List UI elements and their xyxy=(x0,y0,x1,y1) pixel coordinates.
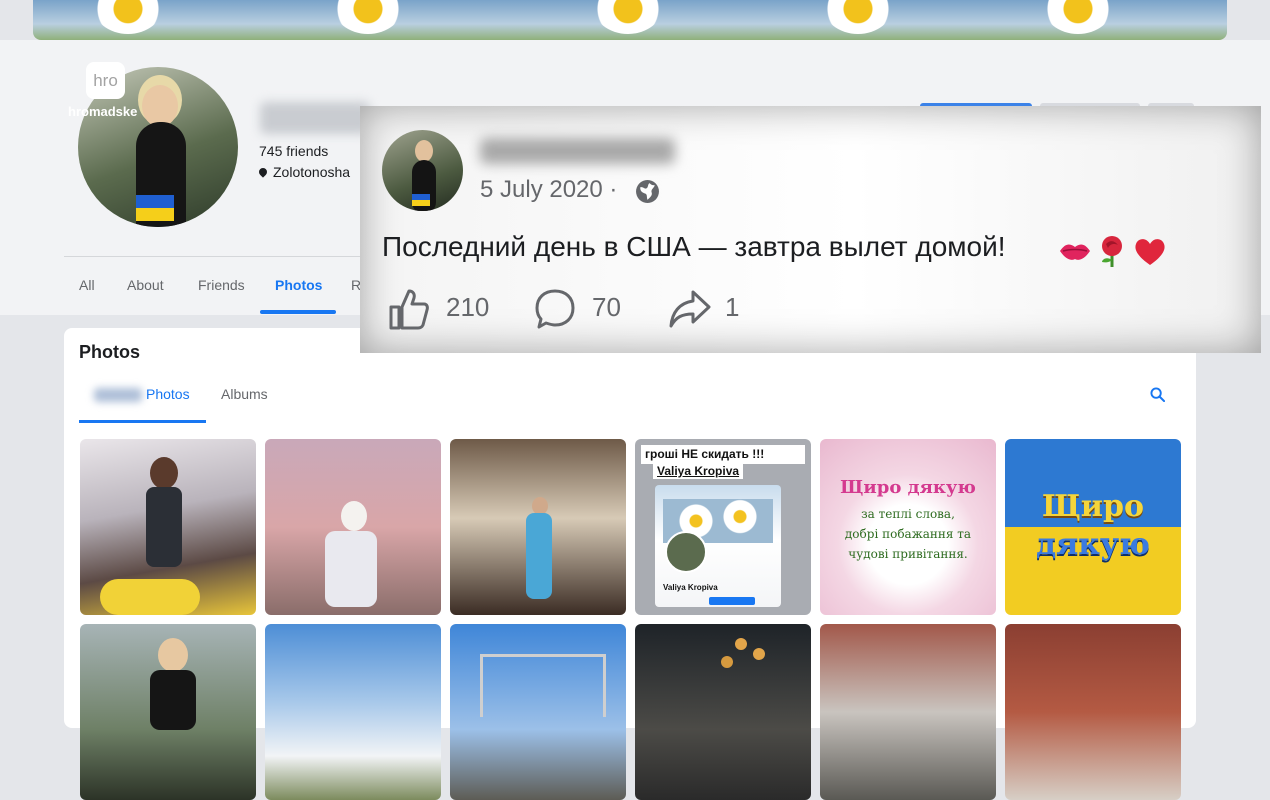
avatar-head xyxy=(415,140,433,162)
comment-icon[interactable] xyxy=(533,287,577,331)
kiss-mark-emoji xyxy=(1060,244,1090,260)
subtab-photos[interactable]: Photos xyxy=(146,386,190,402)
greeting-text: чудові привітання. xyxy=(848,547,968,561)
rose-emoji xyxy=(1102,236,1122,267)
photo-tile[interactable]: гроші НЕ скидать !!! Valiya Kropiva Vali… xyxy=(635,439,811,615)
daisy-decoration xyxy=(823,0,893,34)
comments-count: 70 xyxy=(592,292,621,322)
post-author-name-blurred xyxy=(480,138,675,164)
hromadske-wordmark: hromadske xyxy=(68,104,138,119)
tile-caption-name: Valiya Kropiva xyxy=(653,463,744,479)
photo-tile[interactable] xyxy=(635,624,811,800)
post-author-avatar[interactable] xyxy=(382,130,463,211)
daisy-decoration xyxy=(93,0,163,34)
photo-tile[interactable]: Щиро дякую за теплі слова, добрі побажан… xyxy=(820,439,996,615)
likes-count: 210 xyxy=(446,292,490,322)
greeting-text: добрі побажання та xyxy=(844,527,972,541)
like-icon[interactable] xyxy=(388,287,430,331)
location-text: Zolotonosha xyxy=(273,164,351,180)
subtab-owner-name-blurred xyxy=(94,388,142,402)
photo-tile[interactable] xyxy=(450,624,626,800)
shares-count: 1 xyxy=(725,292,740,322)
photo-tile[interactable] xyxy=(80,439,256,615)
search-icon[interactable] xyxy=(1150,387,1165,402)
tile-caption: гроші НЕ скидать !!! xyxy=(641,445,805,464)
photo-tile[interactable] xyxy=(820,624,996,800)
daisy-decoration xyxy=(593,0,663,34)
photo-tile[interactable] xyxy=(450,439,626,615)
thanks-text: дякую xyxy=(1036,527,1150,562)
profile-divider xyxy=(64,256,360,257)
daisy-decoration xyxy=(1043,0,1113,34)
post-text: Последний день в США — завтра вылет домо… xyxy=(382,231,1006,262)
cover-photo[interactable] xyxy=(33,0,1227,40)
thanks-text: Щиро xyxy=(1041,489,1145,524)
avatar-head xyxy=(142,85,178,127)
photo-tile[interactable] xyxy=(265,624,441,800)
globe-icon xyxy=(636,180,659,203)
photo-tile[interactable]: Щиро дякую xyxy=(1005,439,1181,615)
friends-count[interactable]: 745 friends xyxy=(259,143,328,159)
share-icon[interactable] xyxy=(668,287,712,331)
tab-about[interactable]: About xyxy=(127,277,164,293)
red-heart-emoji xyxy=(1135,239,1165,265)
ukraine-flag-icon xyxy=(136,195,174,221)
location-pin-icon xyxy=(257,166,269,178)
location-line: Zolotonosha xyxy=(257,164,351,180)
phone-profile-name: Valiya Kropiva xyxy=(663,583,718,592)
profile-name-blurred xyxy=(260,102,370,134)
post-date[interactable]: 5 July 2020 · xyxy=(480,176,617,204)
active-tab-indicator xyxy=(260,310,336,314)
photo-tile[interactable] xyxy=(80,624,256,800)
tab-friends[interactable]: Friends xyxy=(198,277,245,293)
tab-all[interactable]: All xyxy=(79,277,95,293)
photos-section-title: Photos xyxy=(79,342,140,362)
photo-tile[interactable] xyxy=(1005,624,1181,800)
photo-tile[interactable] xyxy=(265,439,441,615)
hromadske-logo: hro xyxy=(86,62,125,99)
active-subtab-indicator xyxy=(79,420,206,423)
greeting-text: Щиро дякую xyxy=(840,477,976,498)
tab-photos[interactable]: Photos xyxy=(275,277,322,293)
ukraine-flag-icon xyxy=(412,194,430,206)
daisy-decoration xyxy=(333,0,403,34)
subtab-albums[interactable]: Albums xyxy=(221,386,268,402)
greeting-text: за теплі слова, xyxy=(861,507,955,521)
